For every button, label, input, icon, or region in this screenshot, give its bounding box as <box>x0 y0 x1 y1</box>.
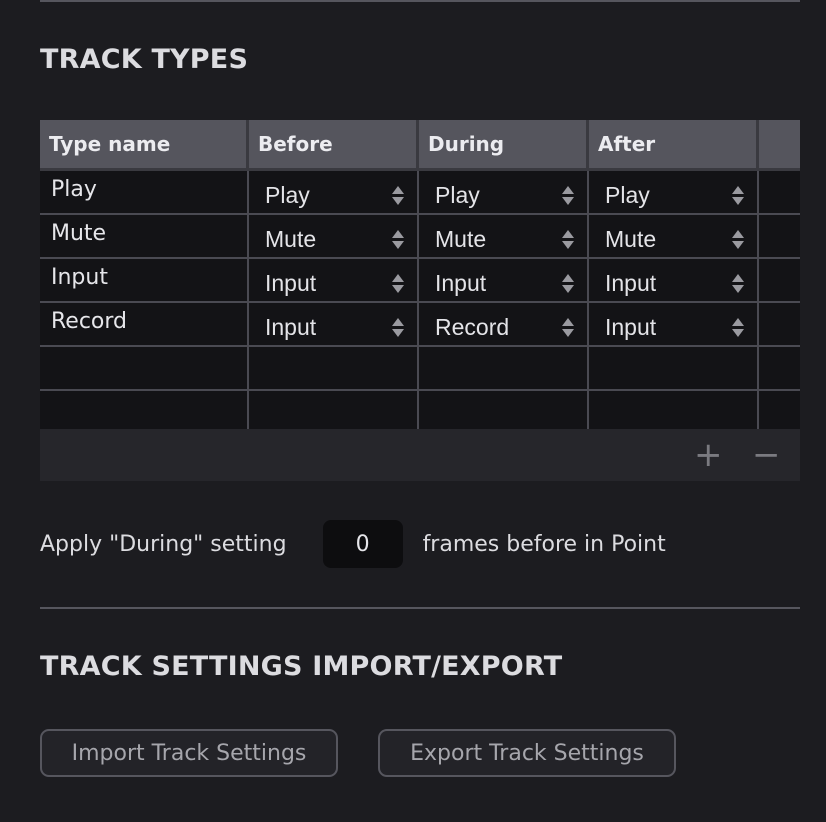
during-select[interactable]: Play <box>419 171 589 213</box>
table-header: Type name Before During After <box>40 120 800 171</box>
arrow-up-icon <box>732 229 744 238</box>
add-row-button[interactable]: + <box>694 438 723 472</box>
arrow-up-icon <box>392 317 404 326</box>
up-down-arrows-icon <box>391 317 405 337</box>
during-value: Play <box>435 181 480 208</box>
before-value: Mute <box>265 225 317 252</box>
arrow-up-icon <box>562 273 574 282</box>
during-value: Input <box>435 269 487 296</box>
table-body: Play Play Play Play Mute Mute Mute Mute Input Inp… <box>40 171 800 347</box>
import-track-settings-button[interactable]: Import Track Settings <box>40 729 338 777</box>
up-down-arrows-icon <box>731 185 745 205</box>
arrow-down-icon <box>562 328 574 337</box>
column-header-during[interactable]: During <box>419 120 589 168</box>
apply-prefix-label: Apply "During" setting <box>40 531 287 557</box>
top-divider <box>40 0 800 2</box>
track-types-title: TRACK TYPES <box>40 44 249 75</box>
frames-input[interactable] <box>322 520 403 568</box>
after-value: Input <box>605 313 657 340</box>
up-down-arrows-icon <box>731 317 745 337</box>
arrow-up-icon <box>732 185 744 194</box>
arrow-up-icon <box>732 317 744 326</box>
up-down-arrows-icon <box>561 229 575 249</box>
up-down-arrows-icon <box>391 185 405 205</box>
after-select[interactable]: Play <box>589 171 759 213</box>
arrow-up-icon <box>562 185 574 194</box>
section-divider <box>40 607 800 609</box>
before-value: Play <box>265 181 310 208</box>
column-header-before[interactable]: Before <box>249 120 419 168</box>
type-name-cell[interactable]: Record <box>40 303 249 345</box>
table-row[interactable]: Mute Mute Mute Mute <box>40 215 800 259</box>
type-name-cell[interactable]: Play <box>40 171 249 213</box>
table-footer: + − <box>40 429 800 481</box>
arrow-down-icon <box>392 196 404 205</box>
arrow-up-icon <box>562 317 574 326</box>
table-row[interactable]: Record Input Record Input <box>40 303 800 347</box>
arrow-down-icon <box>732 328 744 337</box>
up-down-arrows-icon <box>561 317 575 337</box>
remove-row-button[interactable]: − <box>752 438 781 472</box>
arrow-down-icon <box>732 196 744 205</box>
before-value: Input <box>265 313 317 340</box>
arrow-up-icon <box>392 229 404 238</box>
arrow-down-icon <box>392 328 404 337</box>
arrow-up-icon <box>392 185 404 194</box>
arrow-up-icon <box>562 229 574 238</box>
arrow-down-icon <box>562 240 574 249</box>
type-name-cell[interactable]: Input <box>40 259 249 301</box>
during-select[interactable]: Record <box>419 303 589 345</box>
column-header-spacer <box>759 120 800 168</box>
before-select[interactable]: Input <box>249 259 419 301</box>
column-header-after[interactable]: After <box>589 120 759 168</box>
before-select[interactable]: Input <box>249 303 419 345</box>
arrow-up-icon <box>392 273 404 282</box>
during-value: Mute <box>435 225 487 252</box>
table-row-empty[interactable] <box>40 391 800 429</box>
up-down-arrows-icon <box>731 273 745 293</box>
up-down-arrows-icon <box>561 273 575 293</box>
up-down-arrows-icon <box>391 273 405 293</box>
arrow-down-icon <box>732 284 744 293</box>
during-value: Record <box>435 313 510 340</box>
type-name-cell[interactable]: Mute <box>40 215 249 257</box>
before-value: Input <box>265 269 317 296</box>
up-down-arrows-icon <box>391 229 405 249</box>
import-export-title: TRACK SETTINGS IMPORT/EXPORT <box>40 651 563 682</box>
after-value: Play <box>605 181 650 208</box>
after-value: Mute <box>605 225 657 252</box>
arrow-down-icon <box>562 284 574 293</box>
during-select[interactable]: Mute <box>419 215 589 257</box>
after-select[interactable]: Input <box>589 303 759 345</box>
track-types-table: Type name Before During After Play Play Pl… <box>40 120 800 481</box>
arrow-down-icon <box>392 240 404 249</box>
during-select[interactable]: Input <box>419 259 589 301</box>
column-header-type-name[interactable]: Type name <box>40 120 249 168</box>
up-down-arrows-icon <box>731 229 745 249</box>
arrow-up-icon <box>732 273 744 282</box>
table-row[interactable]: Play Play Play Play <box>40 171 800 215</box>
after-select[interactable]: Input <box>589 259 759 301</box>
arrow-down-icon <box>562 196 574 205</box>
table-row-empty[interactable] <box>40 347 800 391</box>
up-down-arrows-icon <box>561 185 575 205</box>
before-select[interactable]: Mute <box>249 215 419 257</box>
apply-during-setting: Apply "During" setting frames before in … <box>40 520 666 568</box>
apply-suffix-label: frames before in Point <box>422 531 666 557</box>
arrow-down-icon <box>732 240 744 249</box>
before-select[interactable]: Play <box>249 171 419 213</box>
arrow-down-icon <box>392 284 404 293</box>
after-value: Input <box>605 269 657 296</box>
export-track-settings-button[interactable]: Export Track Settings <box>378 729 676 777</box>
table-row[interactable]: Input Input Input Input <box>40 259 800 303</box>
after-select[interactable]: Mute <box>589 215 759 257</box>
